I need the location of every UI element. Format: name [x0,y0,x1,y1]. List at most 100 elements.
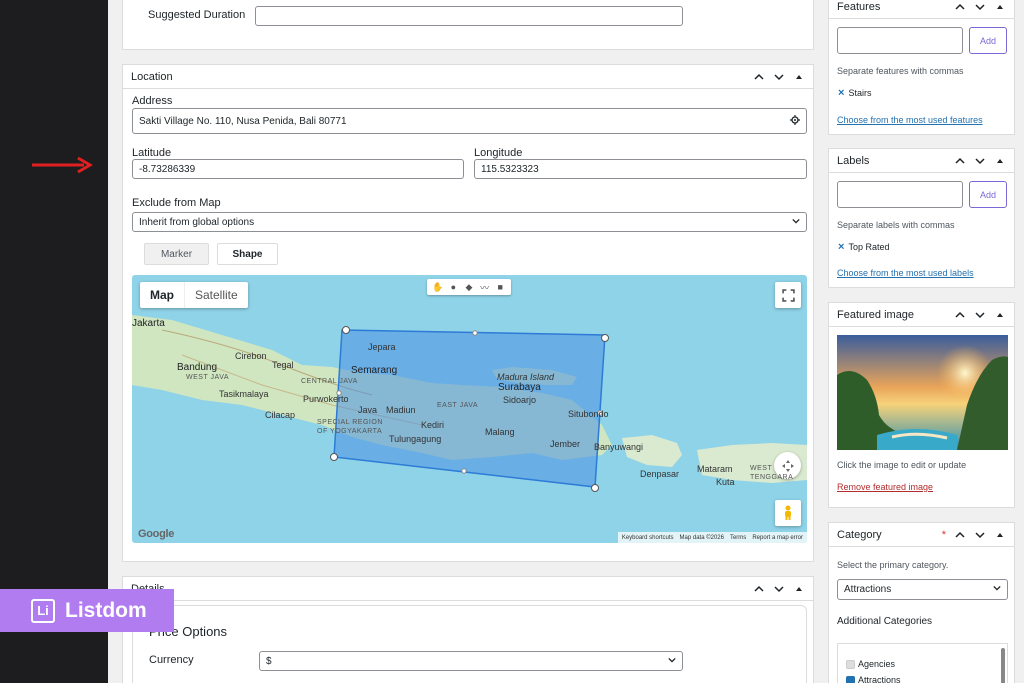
location-box: Location Address Sakti Village No. 110, … [122,64,814,562]
duration-input[interactable] [255,6,683,26]
features-header: Features [829,0,1014,19]
category-checkbox[interactable] [846,675,855,683]
toggle-panel-icon[interactable] [994,309,1006,321]
featured-image-box: Featured image Click the image to edit o… [828,302,1015,508]
move-down-icon[interactable] [974,529,986,541]
polyline-icon[interactable]: 〰 [480,282,490,293]
features-input[interactable] [837,27,963,54]
map-type-satellite[interactable]: Satellite [185,282,248,308]
map-label-west-java: WEST JAVA [186,374,230,381]
map-label-tasikmalaya: Tasikmalaya [219,389,269,399]
map-label-kuta: Kuta [716,477,735,487]
chevron-down-icon [792,217,800,228]
drawing-toolbar: ✋ ● ◆ 〰 ■ [427,279,511,295]
map-label-madura: Madura Island [497,372,555,382]
move-up-icon[interactable] [954,309,966,321]
category-item-label: Agencies [858,659,896,669]
listdom-brand-badge: Li Listdom [0,589,174,632]
map-type-map[interactable]: Map [140,282,185,308]
polygon-icon[interactable]: ◆ [464,282,474,292]
map-canvas[interactable]: Map Satellite ✋ ● ◆ 〰 ■ Jakarta Cirebon … [132,275,807,543]
listdom-brand-name: Listdom [65,598,147,622]
move-up-icon[interactable] [954,155,966,167]
remove-featured-image-link[interactable]: Remove featured image [837,482,933,492]
google-logo: Google [138,528,175,540]
primary-category-select[interactable]: Attractions [837,579,1008,600]
side-column: Features Add Separate features with comm… [828,0,1015,683]
map-label-east-java: EAST JAVA [437,402,479,409]
map-label-situbondo: Situbondo [568,409,609,419]
move-down-icon[interactable] [974,155,986,167]
exclude-label: Exclude from Map [132,197,221,209]
fullscreen-icon[interactable] [775,282,801,308]
currency-select[interactable]: $ [259,651,683,671]
map-label-west: WEST [750,465,773,472]
labels-help: Separate labels with commas [837,220,955,230]
move-up-icon[interactable] [753,71,765,83]
terms-link[interactable]: Terms [730,535,746,541]
labels-input[interactable] [837,181,963,208]
labels-add-button[interactable]: Add [969,181,1007,208]
map-label-yogyakarta: OF YOGYAKARTA [317,428,383,435]
checklist-scrollbar[interactable] [1001,648,1005,683]
move-up-icon[interactable] [753,583,765,595]
keyboard-shortcuts-link[interactable]: Keyboard shortcuts [622,535,674,541]
labels-tag-label: Top Rated [848,242,890,252]
map-footer: Keyboard shortcuts Map data ©2026 Terms … [617,532,807,543]
map-label-jepara: Jepara [368,342,396,352]
locate-icon[interactable] [790,114,800,128]
labels-header: Labels [829,149,1014,173]
map-label-semarang: Semarang [351,365,398,376]
remove-tag-icon[interactable]: × [838,87,844,99]
remove-tag-icon[interactable]: × [838,241,844,253]
toggle-panel-icon[interactable] [793,71,805,83]
move-down-icon[interactable] [773,71,785,83]
hand-icon[interactable]: ✋ [432,282,443,292]
features-choose-link[interactable]: Choose from the most used features [837,115,983,125]
marker-tab[interactable]: Marker [144,243,209,265]
featured-image-thumbnail[interactable] [837,335,1008,450]
toggle-panel-icon[interactable] [994,529,1006,541]
map-label-purwokerto: Purwokerto [303,394,349,404]
category-item[interactable]: Attractions [846,675,901,683]
move-up-icon[interactable] [954,1,966,13]
map-type-control: Map Satellite [140,282,248,308]
map-label-tegal: Tegal [272,360,294,370]
move-up-icon[interactable] [954,529,966,541]
move-down-icon[interactable] [974,309,986,321]
exclude-select[interactable]: Inherit from global options [132,212,807,232]
labels-choose-link[interactable]: Choose from the most used labels [837,268,974,278]
map-label-cilacap: Cilacap [265,410,296,420]
report-map-error-link[interactable]: Report a map error [752,535,803,541]
rectangle-icon[interactable]: ■ [495,282,505,292]
price-options-card: Price Options Currency $ [132,605,807,683]
details-header: Details [123,577,813,601]
move-down-icon[interactable] [974,1,986,13]
category-checkbox[interactable] [846,659,855,669]
address-input[interactable]: Sakti Village No. 110, Nusa Penida, Bali… [132,108,807,134]
category-header: Category * [829,523,1014,547]
features-box: Features Add Separate features with comm… [828,0,1015,135]
labels-tag: × Top Rated [838,241,889,253]
chevron-down-icon [993,584,1001,595]
category-item[interactable]: Agencies [846,659,895,669]
latitude-input[interactable]: -8.73286339 [132,159,464,179]
toggle-panel-icon[interactable] [793,583,805,595]
duration-box: Suggested Duration [122,0,814,50]
toggle-panel-icon[interactable] [994,155,1006,167]
featured-image-header: Featured image [829,303,1014,327]
street-view-pegman-icon[interactable] [775,500,801,526]
shape-tab[interactable]: Shape [217,243,278,265]
features-add-button[interactable]: Add [969,27,1007,54]
circle-icon[interactable]: ● [448,282,458,292]
longitude-input[interactable]: 115.5323323 [474,159,807,179]
category-help: Select the primary category. [837,560,949,570]
map-label-tulungagung: Tulungagung [389,434,442,444]
move-down-icon[interactable] [773,583,785,595]
features-title: Features [837,0,881,13]
details-title: Details [131,583,753,595]
featured-image-help: Click the image to edit or update [837,460,967,470]
exclude-value: Inherit from global options [139,216,255,228]
features-help: Separate features with commas [837,66,964,76]
toggle-panel-icon[interactable] [994,1,1006,13]
